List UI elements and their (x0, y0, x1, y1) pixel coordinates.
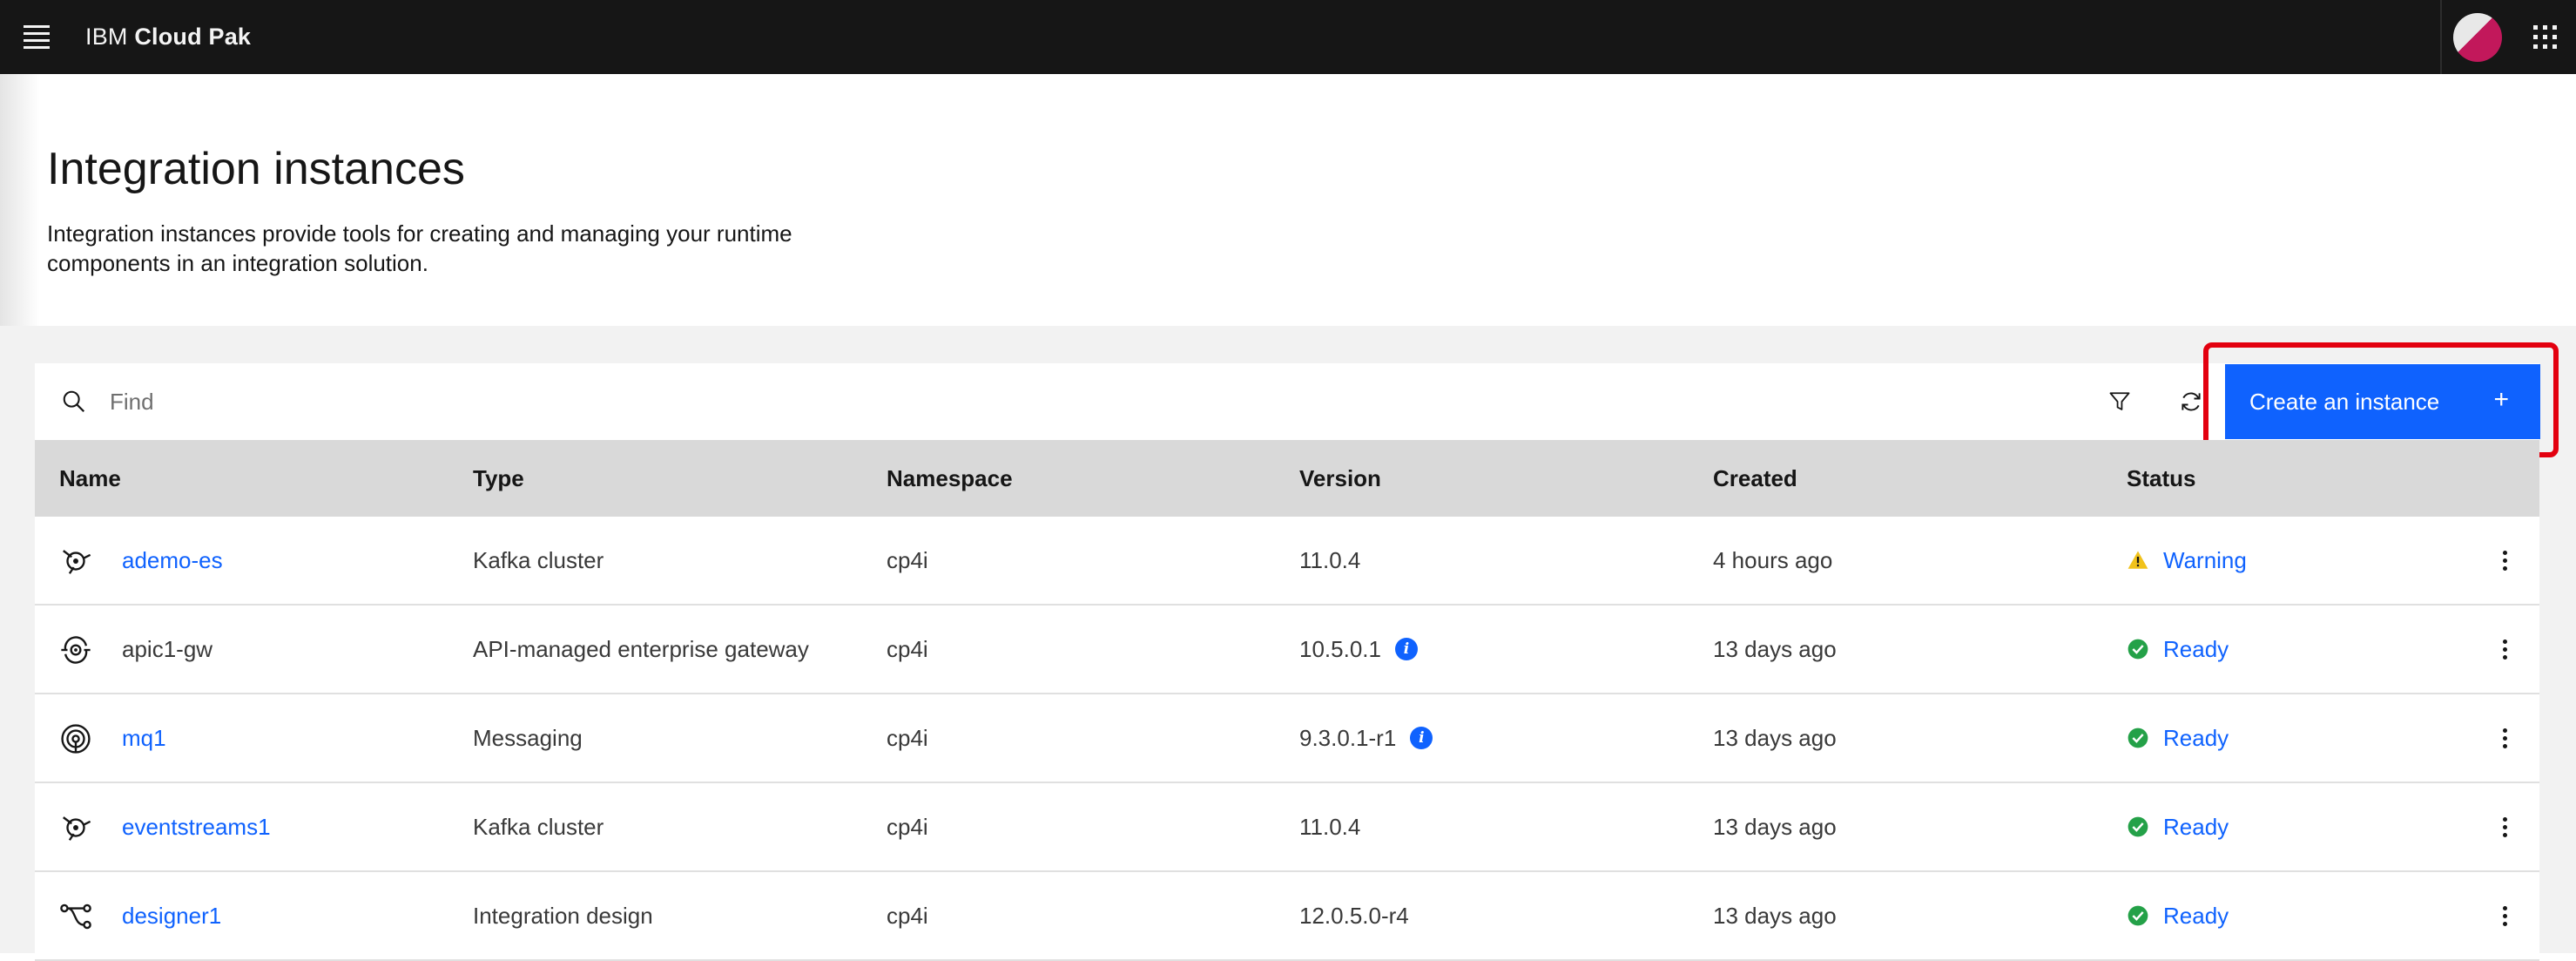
table-toolbar (35, 363, 2539, 440)
instance-namespace: cp4i (887, 547, 928, 573)
instance-version: 12.0.5.0-r4 (1299, 872, 1409, 959)
row-overflow-menu-icon[interactable] (2484, 895, 2525, 937)
table-row[interactable]: mq1 Messaging cp4i 9.3.0.1-r1 i 13 days a… (35, 694, 2539, 783)
status-text: Ready (2163, 636, 2229, 662)
event-streams-icon (63, 816, 91, 841)
version-text: 11.0.4 (1299, 814, 1361, 840)
filter-icon (2109, 392, 2130, 410)
refresh-icon (2182, 392, 2201, 411)
table-header: Name Type Namespace Version Created Stat… (35, 440, 2539, 517)
create-instance-button[interactable]: Create an instance + (2225, 364, 2540, 439)
instance-type: Integration design (473, 903, 653, 929)
row-overflow-menu-icon[interactable] (2484, 717, 2525, 759)
row-overflow-menu-icon[interactable] (2484, 806, 2525, 848)
status-badge[interactable]: Ready (2127, 606, 2229, 693)
instance-name-link[interactable]: mq1 (122, 694, 166, 782)
messaging-icon (61, 724, 91, 754)
table-row[interactable]: ademo-es Kafka cluster cp4i 11.0.4 4 hou… (35, 517, 2539, 606)
instance-name-link[interactable]: eventstreams1 (122, 783, 271, 870)
status-badge[interactable]: Ready (2127, 694, 2229, 782)
create-instance-label: Create an instance (2249, 388, 2440, 415)
table-row[interactable]: apic1-gw API-managed enterprise gateway … (35, 606, 2539, 694)
instance-version: 9.3.0.1-r1 i (1299, 694, 1433, 782)
filter-button[interactable] (2099, 381, 2141, 423)
avatar (2452, 12, 2502, 62)
add-icon: + (2493, 385, 2509, 414)
checkmark-icon (2128, 816, 2148, 837)
instance-created: 13 days ago (1713, 814, 1837, 840)
info-icon[interactable]: i (1394, 638, 1418, 661)
checkmark-icon (2128, 728, 2148, 748)
instance-namespace: cp4i (887, 636, 928, 662)
instance-created: 13 days ago (1713, 725, 1837, 751)
warning-icon (2128, 551, 2148, 569)
instance-namespace: cp4i (887, 814, 928, 840)
info-icon[interactable]: i (1410, 727, 1433, 750)
brand-product: Cloud Pak (134, 24, 252, 50)
brand-name[interactable]: IBM Cloud Pak (85, 0, 251, 74)
status-text: Ready (2163, 814, 2229, 840)
column-header-status[interactable]: Status (2127, 440, 2195, 517)
instance-version: 11.0.4 (1299, 517, 1360, 604)
instance-name-link[interactable]: designer1 (122, 872, 221, 959)
version-text: 9.3.0.1-r1 (1299, 725, 1397, 751)
table-row[interactable]: designer1 Integration design cp4i 12.0.5… (35, 872, 2539, 961)
instance-type: Kafka cluster (473, 814, 604, 840)
instance-created: 13 days ago (1713, 636, 1837, 662)
instances-table: Name Type Namespace Version Created Stat… (35, 440, 2539, 961)
search-icon (63, 390, 85, 413)
instance-created: 4 hours ago (1713, 547, 1833, 573)
status-badge[interactable]: Ready (2127, 872, 2229, 959)
status-text: Ready (2163, 903, 2229, 929)
page-title: Integration instances (47, 144, 465, 194)
status-badge[interactable]: Warning (2127, 517, 2247, 604)
column-header-namespace[interactable]: Namespace (887, 440, 1013, 517)
instance-created: 13 days ago (1713, 903, 1837, 929)
search-input[interactable] (110, 376, 1416, 428)
page-description: Integration instances provide tools for … (47, 220, 792, 276)
instance-name-link[interactable]: ademo-es (122, 517, 223, 604)
version-text: 11.0.4 (1299, 547, 1361, 573)
brand-prefix: IBM (85, 24, 128, 50)
status-text: Warning (2163, 547, 2247, 573)
api-gateway-icon (61, 636, 91, 664)
checkmark-icon (2128, 905, 2148, 926)
top-header-bar: IBM Cloud Pak (0, 0, 2576, 74)
column-header-type[interactable]: Type (473, 440, 524, 517)
instance-version: 10.5.0.1 i (1299, 606, 1418, 693)
status-text: Ready (2163, 725, 2229, 751)
integration-design-icon (60, 903, 91, 930)
row-overflow-menu-icon[interactable] (2484, 628, 2525, 670)
instance-type: Messaging (473, 725, 583, 751)
column-header-name[interactable]: Name (59, 440, 121, 517)
instance-version: 11.0.4 (1299, 783, 1360, 870)
table-row[interactable]: eventstreams1 Kafka cluster cp4i 11.0.4 … (35, 783, 2539, 872)
status-badge[interactable]: Ready (2127, 783, 2229, 870)
column-header-version[interactable]: Version (1299, 440, 1381, 517)
column-header-created[interactable]: Created (1713, 440, 1797, 517)
row-overflow-menu-icon[interactable] (2484, 539, 2525, 581)
instance-type: Kafka cluster (473, 547, 604, 573)
app-switcher-button[interactable] (2514, 0, 2576, 74)
event-streams-icon (63, 550, 91, 574)
version-text: 12.0.5.0-r4 (1299, 903, 1409, 929)
app-switcher-grid-icon (2533, 25, 2557, 49)
instance-namespace: cp4i (887, 903, 928, 929)
version-text: 10.5.0.1 (1299, 636, 1381, 662)
user-avatar-button[interactable] (2440, 0, 2514, 74)
instance-type: API-managed enterprise gateway (473, 636, 809, 662)
instance-namespace: cp4i (887, 725, 928, 751)
checkmark-icon (2128, 639, 2148, 660)
instance-name: apic1-gw (122, 636, 213, 662)
hamburger-menu-icon[interactable] (12, 12, 61, 61)
